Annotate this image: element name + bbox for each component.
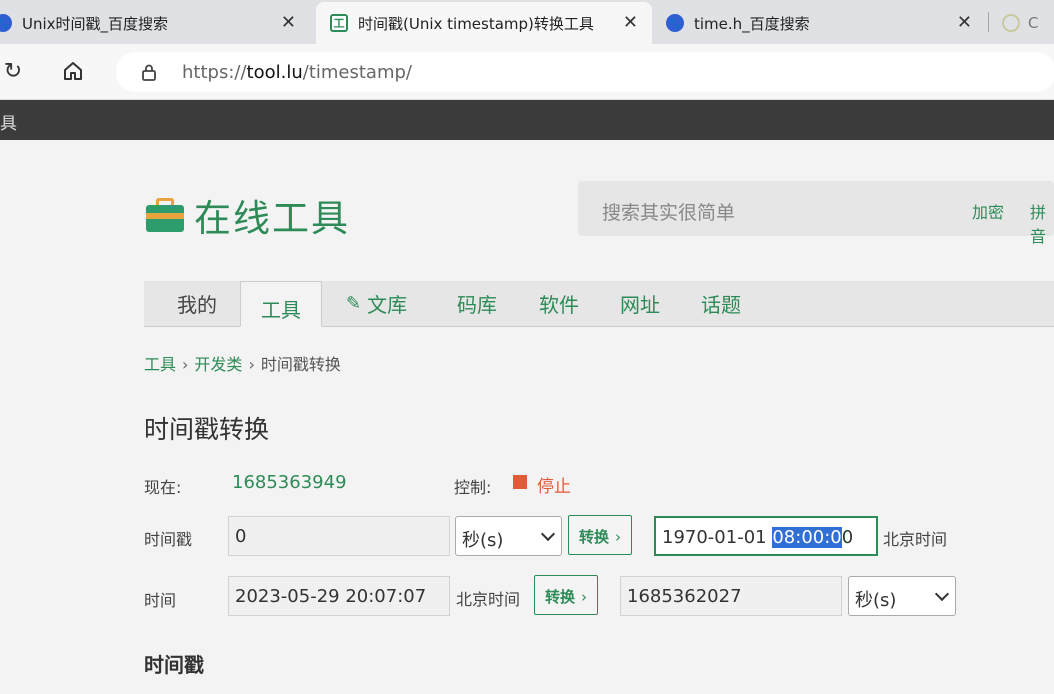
datetime-result-field[interactable]: 1970-01-01 08:00:00	[654, 516, 878, 556]
convert-datetime-button[interactable]: 转换 ›	[534, 575, 599, 615]
result-unit-select[interactable]: 秒(s)	[848, 576, 956, 616]
close-icon[interactable]: ✕	[623, 14, 638, 32]
section-heading: 时间戳	[144, 653, 204, 677]
now-label: 现在:	[144, 478, 182, 497]
stop-button[interactable]: 停止	[537, 472, 571, 497]
timestamp-label: 时间戳	[144, 530, 193, 549]
quick-link-encrypt[interactable]: 加密	[972, 199, 1004, 223]
timestamp-unit-select[interactable]: 秒(s)	[455, 516, 562, 556]
nav-item-docs-label: 文库	[367, 293, 408, 317]
nav-item-tools[interactable]: 工具	[240, 281, 322, 327]
tab-title: time.h_百度搜索	[694, 14, 810, 33]
tool-lu-icon: 工	[330, 14, 348, 32]
selected-text: 08:00:0	[772, 527, 842, 548]
nav-item-docs[interactable]: ✎ 文库	[346, 289, 407, 318]
convert-timestamp-button[interactable]: 转换 ›	[568, 515, 633, 555]
chevron-down-icon	[934, 586, 950, 602]
nav-item-sites[interactable]: 网址	[620, 289, 660, 318]
current-timestamp: 1685363949	[232, 472, 347, 493]
tab-title: Unix时间戳_百度搜索	[22, 14, 169, 33]
lock-icon	[142, 64, 156, 81]
home-icon[interactable]	[60, 58, 86, 84]
site-top-bar: 具	[0, 100, 1054, 140]
quick-link-pinyin[interactable]: 拼音	[1030, 199, 1054, 247]
chevron-down-icon	[540, 526, 556, 542]
address-bar[interactable]: https://tool.lu/timestamp/	[116, 52, 1054, 92]
control-label: 控制:	[454, 478, 492, 497]
browser-tab-timestamp[interactable]: 工 时间戳(Unix timestamp)转换工具 ✕	[316, 2, 652, 44]
site-logo[interactable]: 在线工具	[146, 188, 350, 242]
nav-item-topics[interactable]: 话题	[701, 289, 741, 318]
tab-title: 时间戳(Unix timestamp)转换工具	[358, 14, 594, 33]
close-icon[interactable]: ✕	[957, 14, 972, 32]
main-nav: 我的 工具 ✎ 文库 码库 软件 网址 话题	[144, 281, 1054, 327]
tab-divider	[988, 12, 989, 32]
datetime-label: 时间	[144, 591, 177, 610]
browser-tab-baidu-time-h[interactable]: 🐾 time.h_百度搜索 ✕	[666, 2, 986, 44]
timestamp-result-field[interactable]: 1685362027	[620, 576, 842, 616]
globe-icon	[1002, 14, 1020, 32]
logo-text: 在线工具	[194, 197, 350, 240]
result-unit-value: 秒(s)	[855, 590, 897, 611]
datetime-input[interactable]: 2023-05-29 20:07:07	[228, 576, 450, 616]
browser-tab-partial[interactable]: C	[1002, 2, 1054, 44]
site-top-bar-text: 具	[0, 114, 17, 134]
baidu-paw-icon: 🐾	[0, 14, 12, 32]
toolbox-icon	[146, 198, 184, 232]
stop-icon[interactable]	[513, 475, 527, 489]
timezone-label: 北京时间	[883, 530, 948, 549]
baidu-paw-icon: 🐾	[666, 14, 684, 32]
nav-item-code[interactable]: 码库	[457, 289, 497, 318]
page-title: 时间戳转换	[144, 415, 270, 444]
nav-item-mine[interactable]: 我的	[177, 289, 217, 318]
timestamp-input[interactable]: 0	[228, 516, 450, 556]
breadcrumb-current: 时间戳转换	[260, 355, 341, 374]
reload-icon[interactable]: ↻	[0, 58, 26, 84]
timestamp-unit-value: 秒(s)	[462, 530, 504, 551]
browser-tab-strip: 🐾 Unix时间戳_百度搜索 ✕ 工 时间戳(Unix timestamp)转换…	[0, 0, 1054, 44]
url-text: https://tool.lu/timestamp/	[182, 62, 412, 83]
breadcrumb-dev[interactable]: 开发类	[194, 355, 242, 374]
browser-toolbar: ↻ https://tool.lu/timestamp/	[0, 44, 1054, 100]
search-placeholder: 搜索其实很简单	[602, 202, 736, 224]
feather-icon: ✎	[346, 293, 362, 314]
timezone-label: 北京时间	[456, 590, 521, 609]
nav-item-software[interactable]: 软件	[539, 289, 579, 318]
breadcrumb-tools[interactable]: 工具	[144, 355, 176, 374]
close-icon[interactable]: ✕	[281, 14, 296, 32]
browser-tab-baidu-unix[interactable]: 🐾 Unix时间戳_百度搜索 ✕	[0, 2, 310, 44]
tab-title: C	[1028, 14, 1039, 32]
breadcrumb: 工具 › 开发类 › 时间戳转换	[144, 355, 341, 374]
